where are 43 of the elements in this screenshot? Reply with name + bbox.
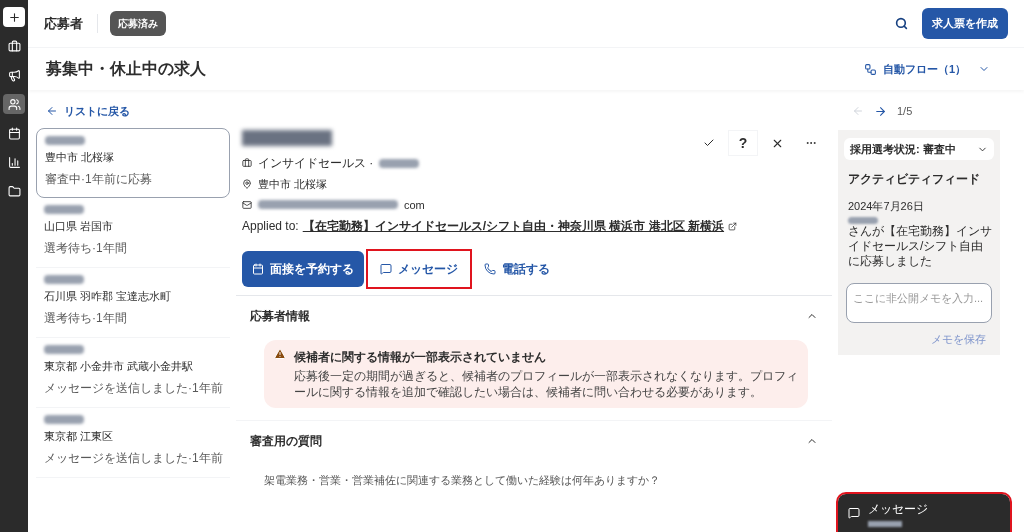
action-button[interactable]: 電話する xyxy=(474,251,560,287)
candidate-card[interactable]: 東京都 小金井市 武蔵小金井駅 メッセージを送信しました·1年前 xyxy=(36,338,230,408)
candidate-status: 選考待ち·1年間 xyxy=(44,239,128,257)
status-badge: 応募済み xyxy=(110,11,166,36)
feed-title: アクティビティフィード xyxy=(848,171,981,188)
auto-flow-button[interactable]: 自動フロー（1） xyxy=(855,54,998,84)
status-select[interactable]: 採用選考状況: 審査中 xyxy=(844,138,994,160)
candidate-status: 選考待ち·1年間 xyxy=(44,309,128,327)
email-text: com xyxy=(404,197,425,213)
candidate-location: 山口県 岩国市 xyxy=(44,219,115,234)
job-title-text: インサイドセールス · xyxy=(258,155,374,172)
feed-date: 2024年7月26日 xyxy=(848,199,925,214)
pager-count: 1/5 xyxy=(897,103,913,119)
candidate-card[interactable]: 山口県 岩国市 選考待ち·1年間 xyxy=(36,198,230,268)
candidate-status: メッセージを送信しました·1年前 xyxy=(44,379,222,397)
candidate-location: 東京都 小金井市 武蔵小金井駅 xyxy=(44,359,195,374)
candidate-card[interactable]: 東京都 江東区 メッセージを送信しました·1年前 xyxy=(36,408,230,478)
candidate-card[interactable]: 豊中市 北桜塚 審査中·1年前に応募 xyxy=(36,128,230,198)
question-text: 架電業務・営業・営業補佐に関連する業務として働いた経験は何年ありますか？ xyxy=(264,474,660,486)
notice-title: 候補者に関する情報が一部表示されていません xyxy=(294,349,547,366)
location-text: 豊中市 北桜塚 xyxy=(258,177,328,192)
feed-text: さんが【在宅勤務】インサイドセールス/シフト自由に応募しました xyxy=(848,223,993,269)
applied-label: Applied to: xyxy=(242,218,299,235)
candidate-location: 豊中市 北桜塚 xyxy=(45,150,116,165)
applied-job-link[interactable]: 【在宅勤務】インサイドセールス/シフト自由・神奈川県 横浜市 港北区 新横浜 xyxy=(302,217,725,235)
create-job-button[interactable]: 求人票を作成 xyxy=(922,8,1008,39)
candidate-card[interactable]: 石川県 羽咋郡 宝達志水町 選考待ち·1年間 xyxy=(36,268,230,338)
page-heading: 応募者 xyxy=(44,13,98,34)
candidate-location: 東京都 江東区 xyxy=(44,429,115,444)
memo-field[interactable]: ここに非公開メモを入力... xyxy=(846,282,992,323)
section-title: 応募者情報 xyxy=(250,308,311,325)
action-button[interactable]: メッセージ xyxy=(368,251,470,287)
maybe-button[interactable]: ? xyxy=(728,130,758,156)
candidate-status: 審査中·1年前に応募 xyxy=(45,170,153,188)
section-title: 審査用の質問 xyxy=(250,433,323,450)
notice-text: 応募後一定の期間が過ぎると、候補者のプロフィールが一部表示されなくなります。プロフィールに関する情報を追加で確認したい場合は、候補者に問い合わせる必要があります。 xyxy=(294,368,798,400)
action-button[interactable]: 面接を予約する xyxy=(242,251,364,287)
message-popup[interactable]: メッセージ xyxy=(838,494,1010,532)
candidate-location: 石川県 羽咋郡 宝達志水町 xyxy=(44,289,173,304)
job-list-title: 募集中・休止中の求人 xyxy=(46,59,206,79)
candidate-status: メッセージを送信しました·1年前 xyxy=(44,449,222,467)
popup-title: メッセージ xyxy=(868,500,928,518)
back-link[interactable]: リストに戻る xyxy=(36,98,230,124)
